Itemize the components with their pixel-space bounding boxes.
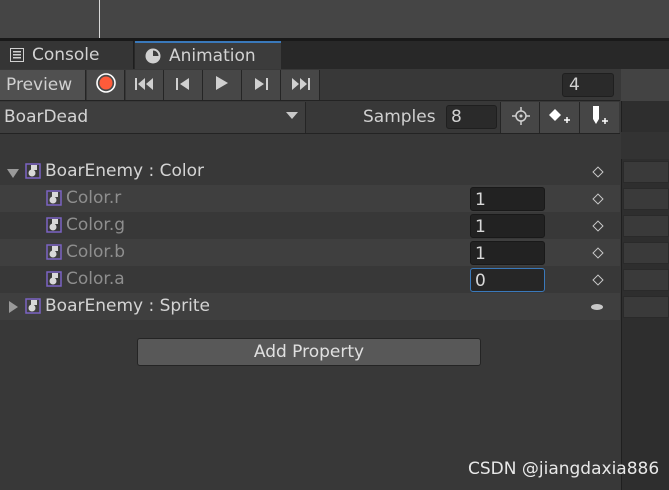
property-label: Color.a <box>66 269 125 289</box>
keyframe-diamond-icon[interactable] <box>592 220 604 232</box>
timeline-event-strip[interactable] <box>621 132 669 159</box>
sprite-renderer-icon <box>46 271 62 287</box>
scene-view-strip <box>0 0 669 38</box>
add-event-button[interactable] <box>579 102 619 133</box>
add-keyframe-button[interactable] <box>539 102 579 133</box>
console-icon <box>10 48 24 62</box>
current-frame-field[interactable]: 4 <box>562 73 614 97</box>
play-icon <box>215 75 229 95</box>
scene-guide-line <box>99 0 100 38</box>
timeline-track[interactable] <box>623 242 669 264</box>
dropdown-arrow-icon <box>286 112 298 119</box>
last-keyframe-button[interactable] <box>281 70 320 100</box>
skip-to-end-icon <box>290 76 310 95</box>
sprite-renderer-icon <box>25 298 41 314</box>
property-value-field-focused[interactable]: 0 <box>470 268 545 292</box>
step-back-icon <box>175 76 191 95</box>
play-button[interactable] <box>203 70 242 100</box>
sprite-renderer-icon <box>46 217 62 233</box>
property-group-label: BoarEnemy : Color <box>45 161 204 181</box>
next-keyframe-button[interactable] <box>242 70 281 100</box>
property-value-field[interactable]: 1 <box>470 214 545 238</box>
timeline-track[interactable] <box>623 188 669 210</box>
property-label: Color.g <box>66 215 126 235</box>
samples-field[interactable]: 8 <box>446 105 497 129</box>
watermark-text: CSDN @jiangdaxia886 <box>468 459 660 479</box>
property-group-label: BoarEnemy : Sprite <box>45 296 211 316</box>
skip-to-start-icon <box>134 76 155 95</box>
previous-keyframe-button[interactable] <box>164 70 203 100</box>
property-group-sprite[interactable]: BoarEnemy : Sprite <box>0 293 620 320</box>
record-button[interactable] <box>87 70 125 100</box>
preview-label: Preview <box>6 75 73 95</box>
clip-selector-dropdown[interactable]: BoarDead <box>0 102 306 133</box>
keyframe-diamond-icon[interactable] <box>592 247 604 259</box>
sprite-renderer-icon <box>25 163 41 179</box>
timeline-track[interactable] <box>623 161 669 183</box>
property-row[interactable]: Color.r 1 <box>0 185 620 212</box>
fold-open-icon[interactable] <box>7 169 19 178</box>
preview-button[interactable]: Preview <box>0 70 86 100</box>
tab-console[interactable]: Console <box>0 41 134 69</box>
add-property-label: Add Property <box>253 342 365 362</box>
property-row[interactable]: Color.g 1 <box>0 212 620 239</box>
property-group-color[interactable]: BoarEnemy : Color <box>0 158 620 185</box>
add-event-icon <box>589 105 611 131</box>
property-row[interactable]: Color.b 1 <box>0 239 620 266</box>
clock-icon <box>145 48 161 64</box>
sprite-renderer-icon <box>46 190 62 206</box>
timeline-ruler[interactable] <box>621 69 669 101</box>
keyframe-ellipse-icon[interactable] <box>591 304 603 310</box>
property-label: Color.r <box>66 188 122 208</box>
keyframe-diamond-icon[interactable] <box>592 274 604 286</box>
timeline-track[interactable] <box>623 296 669 318</box>
samples-label: Samples <box>363 107 436 127</box>
property-value-field[interactable]: 1 <box>470 241 545 265</box>
step-forward-icon <box>253 76 269 95</box>
sprite-renderer-icon <box>46 244 62 260</box>
first-keyframe-button[interactable] <box>126 70 164 100</box>
fold-closed-icon[interactable] <box>9 301 18 313</box>
keyframe-diamond-icon[interactable] <box>592 166 604 178</box>
property-row[interactable]: Color.a 0 <box>0 266 620 293</box>
property-value-field[interactable]: 1 <box>470 187 545 211</box>
tab-animation[interactable]: Animation <box>135 41 281 69</box>
keyframe-mode-button[interactable] <box>500 102 540 133</box>
timeline-track[interactable] <box>623 215 669 237</box>
tab-console-label: Console <box>32 45 100 65</box>
crosshair-icon <box>511 106 530 129</box>
keyframe-diamond-icon[interactable] <box>592 193 604 205</box>
add-keyframe-icon <box>548 107 572 129</box>
timeline-track[interactable] <box>623 269 669 291</box>
property-label: Color.b <box>66 242 126 262</box>
add-property-button[interactable]: Add Property <box>137 338 481 366</box>
tab-animation-label: Animation <box>169 46 256 66</box>
record-icon <box>95 73 116 97</box>
